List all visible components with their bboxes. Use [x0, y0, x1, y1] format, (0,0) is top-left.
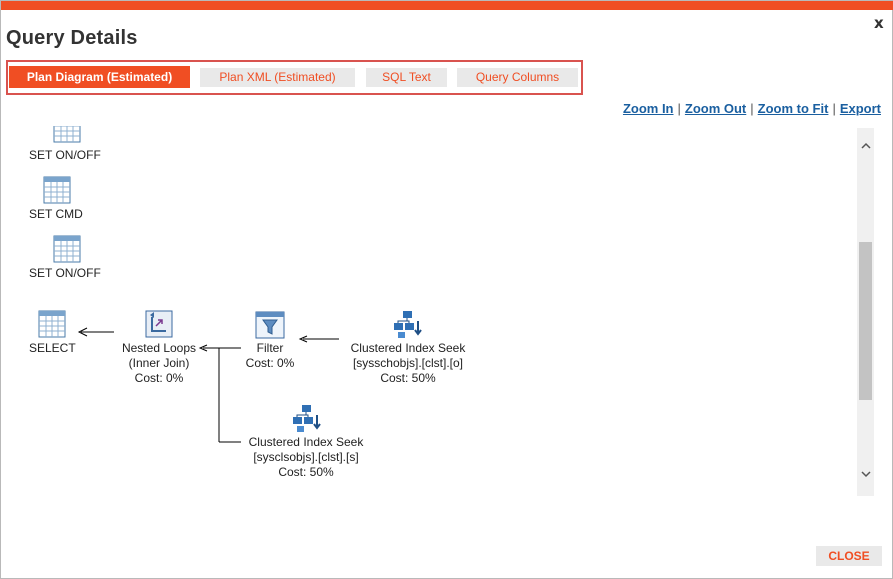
tab-sql-text[interactable]: SQL Text	[366, 68, 447, 87]
table-icon	[53, 126, 81, 143]
toolbar-separator: |	[832, 101, 836, 116]
table-icon	[53, 235, 81, 263]
clustered-index-seek-node[interactable]: Clustered Index Seek [sysclsobjs].[clst]…	[239, 435, 373, 480]
plan-connectors	[77, 327, 339, 443]
zoom-in-link[interactable]: Zoom In	[623, 101, 674, 116]
chevron-down-icon[interactable]	[857, 468, 874, 485]
tab-plan-diagram[interactable]: Plan Diagram (Estimated)	[9, 66, 190, 88]
toolbar-separator: |	[677, 101, 681, 116]
clustered-index-seek-icon	[394, 311, 422, 338]
zoom-out-link[interactable]: Zoom Out	[685, 101, 746, 116]
clustered-index-seek-icon	[293, 405, 321, 432]
set-cmd-node[interactable]: SET CMD	[29, 207, 83, 222]
query-details-dialog: Query Details x Plan Diagram (Estimated)…	[0, 0, 893, 579]
scrollbar-thumb[interactable]	[859, 242, 872, 400]
table-icon	[38, 310, 66, 338]
dialog-title: Query Details	[6, 27, 138, 49]
tab-bar: Plan Diagram (Estimated) Plan XML (Estim…	[6, 60, 583, 95]
clustered-index-seek-node[interactable]: Clustered Index Seek [sysschobjs].[clst]…	[341, 341, 475, 386]
toolbar-separator: |	[750, 101, 754, 116]
tab-plan-xml[interactable]: Plan XML (Estimated)	[200, 68, 355, 87]
set-on-off-node[interactable]: SET ON/OFF	[29, 148, 101, 163]
diagram-scrollbar[interactable]	[857, 128, 874, 496]
chevron-up-icon[interactable]	[857, 140, 874, 157]
close-icon[interactable]: x	[874, 14, 884, 32]
table-icon	[43, 176, 71, 204]
set-on-off-node[interactable]: SET ON/OFF	[29, 266, 101, 281]
zoom-to-fit-link[interactable]: Zoom to Fit	[758, 101, 829, 116]
filter-icon	[255, 311, 285, 339]
tab-query-columns[interactable]: Query Columns	[457, 68, 578, 87]
nested-loops-node[interactable]: Nested Loops (Inner Join) Cost: 0%	[115, 341, 203, 386]
export-link[interactable]: Export	[840, 101, 881, 116]
nested-loops-icon	[145, 310, 173, 338]
filter-node[interactable]: Filter Cost: 0%	[233, 341, 307, 371]
dialog-accent-bar	[1, 1, 893, 10]
zoom-toolbar: Zoom In | Zoom Out | Zoom to Fit | Export	[623, 101, 881, 116]
select-node[interactable]: SELECT	[29, 341, 76, 356]
close-button[interactable]: CLOSE	[816, 546, 882, 566]
plan-diagram[interactable]: SET ON/OFF SET CMD SET ON/OFF SELECT Nes…	[11, 126, 856, 496]
